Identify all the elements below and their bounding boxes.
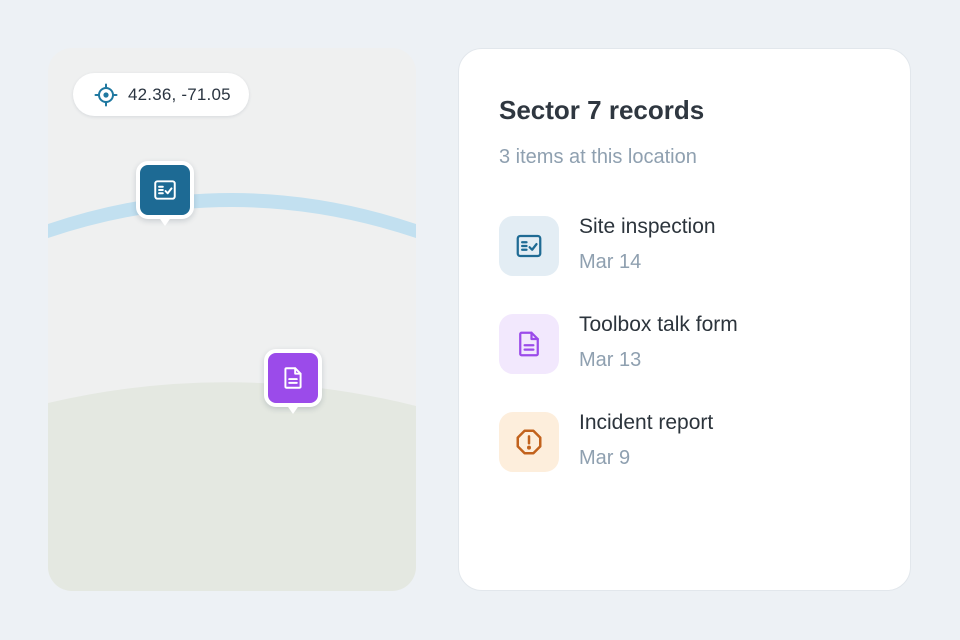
record-title: Site inspection — [579, 215, 716, 238]
panel-title: Sector 7 records — [499, 95, 705, 125]
map-pin-inspection[interactable] — [136, 161, 194, 231]
record-date: Mar 9 — [579, 447, 631, 469]
document-icon — [499, 314, 559, 374]
record-title: Toolbox talk form — [579, 313, 738, 336]
river — [48, 193, 416, 238]
app-stage: 42.36, -71.05 Sector 7 records 3 items a… — [0, 0, 960, 640]
crosshair-target-icon — [94, 83, 118, 107]
coordinate-readout: 42.36, -71.05 — [73, 73, 249, 116]
record-list: Site inspection Mar 14 Toolbox talk form… — [499, 212, 738, 506]
checklist-icon — [499, 216, 559, 276]
record-item-incident-report[interactable]: Incident report Mar 9 — [499, 408, 738, 506]
panel-subtitle: 3 items at this location — [499, 146, 697, 168]
record-item-site-inspection[interactable]: Site inspection Mar 14 — [499, 212, 738, 310]
land-area — [48, 382, 416, 591]
record-date: Mar 13 — [579, 349, 642, 371]
map-terrain — [48, 193, 416, 591]
record-item-toolbox-talk-form[interactable]: Toolbox talk form Mar 13 — [499, 310, 738, 408]
records-panel: Sector 7 records 3 items at this locatio… — [458, 48, 911, 591]
map-panel[interactable]: 42.36, -71.05 — [48, 48, 416, 591]
record-title: Incident report — [579, 411, 714, 434]
coordinate-text: 42.36, -71.05 — [128, 84, 231, 104]
record-date: Mar 14 — [579, 251, 642, 273]
alert-circle-icon — [499, 412, 559, 472]
document-icon — [280, 365, 306, 391]
map-pin-toolbox-talk[interactable] — [264, 349, 322, 419]
checklist-icon — [152, 177, 178, 203]
